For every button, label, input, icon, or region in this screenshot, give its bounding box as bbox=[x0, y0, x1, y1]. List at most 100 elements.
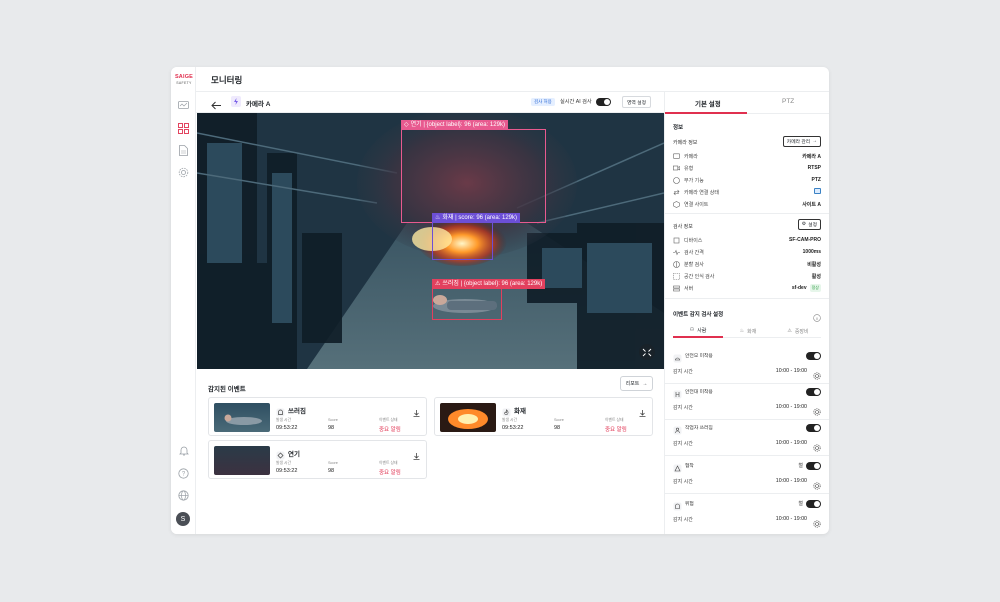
event-card-fall[interactable]: 쓰러짐 발생 시간 09:53:22 Score 98 이벤트 상태 중요 알림 bbox=[208, 397, 427, 436]
fire-icon: ♨ bbox=[435, 215, 441, 221]
feature-icon bbox=[673, 176, 680, 184]
detect-item-name: 위험 bbox=[685, 502, 694, 507]
fire-icon: ♨ bbox=[739, 328, 745, 334]
download-icon[interactable] bbox=[639, 404, 646, 422]
event-settings-title: 이벤트 감지 검사 설정 bbox=[673, 312, 724, 318]
gear-icon[interactable] bbox=[813, 477, 821, 495]
event-score-label: Score bbox=[328, 418, 338, 422]
gear-icon[interactable] bbox=[813, 515, 821, 533]
sidebar: SAIGE SAFETY ? S bbox=[171, 67, 196, 534]
info-row-spatial: 공간 인식 검사 활성 bbox=[673, 271, 821, 281]
detection-box-fall[interactable]: ⚠ 쓰러짐 | {object label}: 96 (area: 129k) bbox=[432, 279, 546, 320]
collapse-icon[interactable] bbox=[639, 344, 655, 360]
globe-icon[interactable] bbox=[177, 489, 190, 502]
camera-name: 카메라 A bbox=[246, 101, 271, 108]
event-card-smoke[interactable]: 연기 발생 시간 09:53:22 Score 98 이벤트 상태 중요 알림 bbox=[208, 440, 427, 479]
settings-gear-icon[interactable] bbox=[177, 166, 190, 179]
server-icon bbox=[673, 285, 680, 292]
event-thumbnail bbox=[440, 403, 496, 432]
event-status-label: 이벤트 상태 bbox=[379, 461, 398, 465]
camera-video-feed: ◇ 연기 | {object label}: 96 (area: 129k) ♨ 화… bbox=[197, 113, 664, 369]
info-row-split: 분할 검사 비활성 bbox=[673, 259, 821, 269]
subtab-person[interactable]: ⚇ 사람 bbox=[673, 324, 723, 338]
event-time-label: 발생 시간 bbox=[276, 418, 292, 422]
main-area: 카메라 A 검사 허용 실시간 AI 검사 영역 설정 ◇ 연기 | {obje… bbox=[196, 92, 664, 534]
detection-box-smoke[interactable]: ◇ 연기 | {object label}: 96 (area: 129k) bbox=[401, 120, 546, 223]
device-icon bbox=[673, 237, 680, 244]
tab-ptz[interactable]: PTZ bbox=[782, 98, 794, 105]
page-title: 모니터링 bbox=[211, 75, 243, 85]
event-subtabs: ⚇ 사람 ♨ 화재 ⚠ 중장비 bbox=[673, 324, 821, 338]
warning-icon bbox=[673, 460, 682, 478]
detect-item-helmet: 안전모 미착용 감지 시간 10:00 - 19:00 bbox=[665, 348, 829, 384]
info-title: 정보 bbox=[673, 125, 684, 131]
panel-tabs: 기본 설정 PTZ bbox=[665, 92, 829, 114]
help-icon[interactable]: ? bbox=[177, 467, 190, 480]
event-name: 연기 bbox=[288, 451, 300, 458]
document-icon[interactable] bbox=[177, 144, 190, 157]
camera-info-label: 카메라 정보 bbox=[673, 140, 698, 146]
info-row-features: 부가 기능 PTZ bbox=[673, 175, 821, 185]
area-settings-button[interactable]: 영역 설정 bbox=[622, 96, 651, 108]
alarm-icon bbox=[673, 498, 682, 516]
detection-label-fire: ♨ 화재 | score: 96 (area: 129k) bbox=[432, 213, 521, 223]
detect-item-toggle[interactable] bbox=[806, 500, 821, 508]
subtab-fire[interactable]: ♨ 화재 bbox=[723, 324, 773, 338]
event-thumbnail bbox=[214, 446, 270, 475]
truck-icon: ⚠ bbox=[787, 328, 792, 334]
arrow-right-icon: → bbox=[642, 380, 648, 387]
event-status: 중요 알림 bbox=[379, 427, 401, 433]
connected-status-icon bbox=[814, 188, 821, 194]
event-status: 중요 알림 bbox=[605, 427, 627, 433]
detect-item-danger: 위험 철 감지 시간 10:00 - 19:00 bbox=[665, 494, 829, 534]
realtime-ai-toggle[interactable] bbox=[596, 98, 611, 106]
detect-item-extra: 철 bbox=[798, 463, 803, 469]
detect-item-harness: 안전대 미착용 감지 시간 10:00 - 19:00 bbox=[665, 384, 829, 420]
inspect-settings-button[interactable]: ⚙ 설정 bbox=[797, 219, 821, 230]
subtab-heavy-equipment[interactable]: ⚠ 중장비 bbox=[773, 324, 823, 338]
dashboard-grid-icon[interactable] bbox=[177, 122, 190, 135]
status-badge: 검사 허용 bbox=[531, 98, 555, 106]
event-status-label: 이벤트 상태 bbox=[605, 418, 624, 422]
event-name: 쓰러짐 bbox=[288, 408, 306, 415]
detect-item-name: 협착 bbox=[685, 464, 694, 469]
event-score: 98 bbox=[328, 468, 335, 474]
tab-basic-settings[interactable]: 기본 설정 bbox=[695, 98, 721, 108]
detect-time-value: 10:00 - 19:00 bbox=[775, 368, 807, 374]
realtime-ai-label: 실시간 AI 검사 bbox=[560, 99, 592, 105]
gear-icon[interactable] bbox=[813, 439, 821, 457]
detect-item-pinch: 협착 철 감지 시간 10:00 - 19:00 bbox=[665, 456, 829, 494]
video-icon bbox=[673, 165, 680, 172]
server-status-badge: 정상 bbox=[809, 284, 821, 292]
brand-logo[interactable]: SAIGE SAFETY bbox=[173, 74, 195, 85]
detect-item-toggle[interactable] bbox=[806, 462, 821, 470]
event-name: 화재 bbox=[514, 408, 526, 415]
bell-icon[interactable] bbox=[177, 444, 190, 457]
detect-item-toggle[interactable] bbox=[806, 424, 821, 432]
detect-item-toggle[interactable] bbox=[806, 352, 821, 360]
detect-time-value: 10:00 - 19:00 bbox=[775, 516, 807, 522]
gear-icon[interactable] bbox=[813, 367, 821, 385]
download-icon[interactable] bbox=[413, 404, 420, 422]
user-avatar[interactable]: S bbox=[176, 512, 190, 526]
divider bbox=[665, 298, 829, 299]
report-button[interactable]: 리포트 → bbox=[620, 376, 653, 391]
detect-time-value: 10:00 - 19:00 bbox=[775, 404, 807, 410]
event-time-label: 발생 시간 bbox=[502, 418, 518, 422]
monitor-icon[interactable] bbox=[177, 99, 190, 112]
top-bar: 모니터링 bbox=[196, 67, 829, 92]
download-icon[interactable] bbox=[413, 447, 420, 465]
detect-time-label: 감지 시간 bbox=[673, 405, 693, 411]
event-time: 09:53:22 bbox=[276, 425, 298, 431]
harness-icon bbox=[673, 386, 682, 404]
detection-label-fall: ⚠ 쓰러짐 | {object label}: 96 (area: 129k) bbox=[432, 279, 546, 289]
events-title: 감지된 이벤트 bbox=[208, 386, 246, 393]
detect-item-toggle[interactable] bbox=[806, 388, 821, 396]
divider bbox=[665, 213, 829, 214]
event-card-fire[interactable]: 화재 발생 시간 09:53:22 Score 98 이벤트 상태 중요 알림 bbox=[434, 397, 653, 436]
info-row-interval: 검사 간격 1000ms bbox=[673, 247, 821, 257]
detect-time-label: 감지 시간 bbox=[673, 517, 693, 523]
detection-box-fire[interactable]: ♨ 화재 | score: 96 (area: 129k) bbox=[432, 213, 521, 260]
camera-manage-button[interactable]: 카메라 관리 → bbox=[782, 136, 821, 147]
gear-icon[interactable] bbox=[813, 403, 821, 421]
